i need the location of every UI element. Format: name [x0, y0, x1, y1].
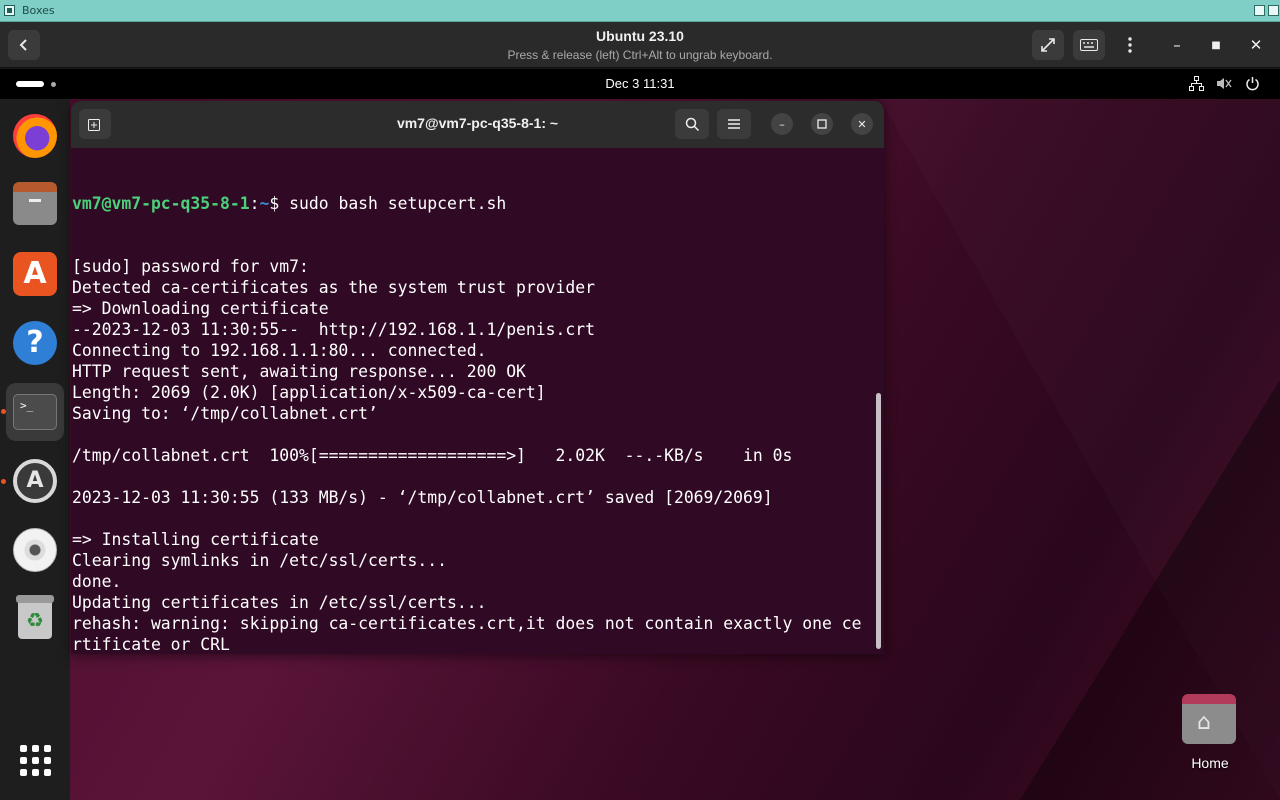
output-line: rtificate or CRL — [72, 635, 230, 654]
dock-item-firefox[interactable] — [6, 107, 64, 165]
output-line: Updating certificates in /etc/ssl/certs.… — [72, 593, 487, 612]
prompt-user: vm7@vm7-pc-q35-8-1 — [72, 194, 250, 213]
hamburger-menu-icon — [728, 119, 740, 129]
command-line: vm7@vm7-pc-q35-8-1:~$ sudo bash setupcer… — [72, 194, 507, 213]
trash-icon: ♻ — [16, 595, 54, 639]
output-line: rehash: warning: skipping ca-certificate… — [72, 614, 862, 633]
boxes-app-icon — [4, 5, 15, 16]
dock-item-help[interactable]: ? — [6, 314, 64, 372]
output-line: /tmp/collabnet.crt 100%[================… — [72, 446, 793, 465]
terminal-output[interactable]: vm7@vm7-pc-q35-8-1:~$ sudo bash setupcer… — [71, 151, 884, 654]
fullscreen-button[interactable] — [1032, 30, 1064, 60]
home-folder-label: Home — [1191, 755, 1229, 771]
volume-muted-icon[interactable] — [1216, 76, 1232, 92]
app-center-icon: A — [13, 252, 57, 296]
panel-clock[interactable]: Dec 3 11:31 — [0, 76, 1280, 91]
host-window-titlebar: Boxes — [0, 0, 1280, 22]
boxes-headerbar: Ubuntu 23.10 Press & release (left) Ctrl… — [0, 22, 1280, 68]
send-keys-button[interactable] — [1073, 30, 1105, 60]
house-icon: ⌂ — [1197, 710, 1211, 735]
terminal-title: vm7@vm7-pc-q35-8-1: ~ — [396, 115, 559, 131]
dock-item-terminal[interactable]: >_ — [6, 383, 64, 441]
prompt-path: ~ — [259, 194, 270, 213]
dock-item-show-apps[interactable] — [6, 731, 64, 789]
help-icon: ? — [13, 321, 57, 365]
ubuntu-dock: A ? >_ A ♻ — [0, 99, 70, 800]
minimize-button[interactable]: – — [1166, 34, 1188, 56]
files-icon — [13, 182, 57, 225]
keyboard-icon — [1080, 39, 1098, 51]
search-icon — [685, 117, 699, 131]
show-apps-icon — [19, 744, 51, 776]
output-line: Saving to: ‘/tmp/collabnet.crt’ — [72, 404, 378, 423]
output-line: Connecting to 192.168.1.1:80... connecte… — [72, 341, 487, 360]
output-lines: [sudo] password for vm7: Detected ca-cert… — [72, 256, 884, 654]
gnome-top-panel: Dec 3 11:31 — [0, 69, 1280, 99]
output-line: [sudo] password for vm7: — [72, 257, 309, 276]
network-icon[interactable] — [1188, 76, 1204, 92]
output-line: => Installing certificate — [72, 530, 319, 549]
host-close-button[interactable] — [1268, 5, 1279, 16]
output-line: => Downloading certificate — [72, 299, 329, 318]
home-folder-icon[interactable]: ⌂ — [1178, 692, 1240, 746]
close-icon: ✕ — [857, 117, 867, 131]
terminal-search-button[interactable] — [675, 109, 709, 139]
output-line: 2023-12-03 11:30:55 (133 MB/s) - ‘/tmp/c… — [72, 488, 773, 507]
output-line: Length: 2069 (2.0K) [application/x-x509-… — [72, 383, 546, 402]
terminal-maximize-button[interactable] — [811, 113, 833, 135]
dock-item-app-center[interactable]: A — [6, 245, 64, 303]
maximize-icon — [817, 119, 827, 129]
maximize-button[interactable]: ■ — [1205, 34, 1227, 56]
terminal-scrollbar[interactable] — [876, 393, 881, 649]
fullscreen-icon — [1041, 38, 1055, 52]
running-indicator — [1, 409, 6, 414]
close-button[interactable]: ✕ — [1245, 34, 1267, 56]
output-line: --2023-12-03 11:30:55-- http://192.168.1… — [72, 320, 596, 339]
output-line: Detected ca-certificates as the system t… — [72, 278, 596, 297]
host-window-title: Boxes — [22, 4, 55, 17]
minimize-icon: – — [1173, 36, 1181, 54]
terminal-headerbar: vm7@vm7-pc-q35-8-1: ~ – ✕ — [71, 101, 884, 148]
wallpaper-shadow — [1020, 380, 1280, 800]
dock-item-files[interactable] — [6, 177, 64, 235]
disc-icon — [13, 528, 57, 572]
vm-menu-button[interactable] — [1114, 30, 1146, 60]
output-line: Clearing symlinks in /etc/ssl/certs... — [72, 551, 447, 570]
firefox-icon — [13, 114, 57, 158]
terminal-icon: >_ — [13, 394, 57, 430]
host-maximize-button[interactable] — [1254, 5, 1265, 16]
dock-item-trash[interactable]: ♻ — [6, 589, 64, 647]
output-line: done. — [72, 572, 122, 591]
command-text: $ sudo bash setupcert.sh — [269, 194, 507, 213]
software-updater-icon: A — [13, 459, 57, 503]
dock-item-disc[interactable] — [6, 521, 64, 579]
terminal-minimize-button[interactable]: – — [771, 113, 793, 135]
minimize-icon: – — [779, 117, 785, 131]
dock-item-software-updater[interactable]: A — [6, 452, 64, 510]
terminal-window[interactable]: vm7@vm7-pc-q35-8-1: ~ – ✕ vm7@vm7-pc-q35… — [71, 101, 884, 654]
close-icon: ✕ — [1249, 36, 1263, 54]
output-line: HTTP request sent, awaiting response... … — [72, 362, 526, 381]
terminal-menu-button[interactable] — [717, 109, 751, 139]
maximize-icon: ■ — [1211, 39, 1221, 51]
power-icon[interactable] — [1244, 76, 1260, 92]
kebab-menu-icon — [1128, 37, 1132, 53]
terminal-close-button[interactable]: ✕ — [851, 113, 873, 135]
running-indicator — [1, 479, 6, 484]
